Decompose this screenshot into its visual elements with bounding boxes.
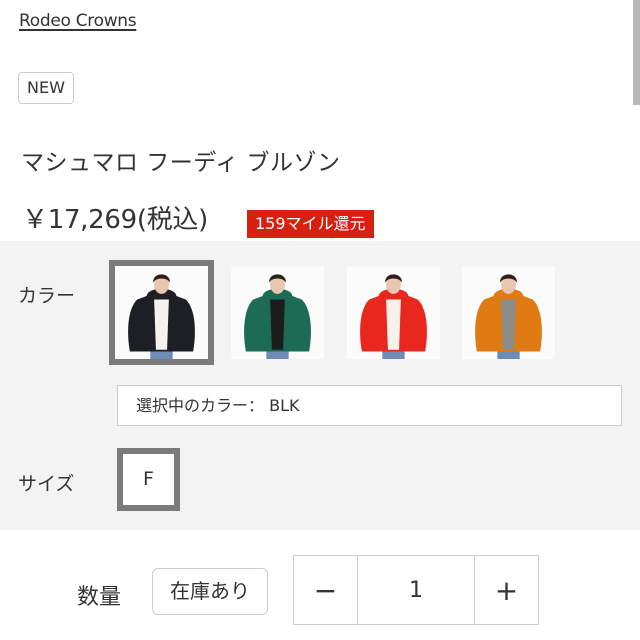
product-price: ￥17,269(税込)	[22, 205, 208, 235]
mile-reward-badge: 159マイル還元	[247, 210, 374, 238]
size-option-f[interactable]: F	[117, 448, 180, 511]
product-thumbnail-image	[462, 266, 555, 359]
color-swatch-org[interactable]	[462, 266, 555, 359]
product-thumbnail-image	[115, 266, 208, 359]
increment-button[interactable]: +	[475, 556, 538, 624]
new-badge: NEW	[18, 72, 74, 104]
color-swatch-red[interactable]	[347, 266, 440, 359]
color-swatch-grn[interactable]	[231, 266, 324, 359]
brand-link[interactable]: Rodeo Crowns	[19, 11, 137, 31]
color-label: カラー	[18, 285, 76, 307]
quantity-value[interactable]: 1	[357, 556, 475, 624]
decrement-button[interactable]: −	[294, 556, 357, 624]
product-title: マシュマロ フーディ ブルゾン	[21, 150, 341, 176]
quantity-label: 数量	[77, 585, 122, 610]
quantity-stepper[interactable]: − 1 +	[293, 555, 539, 625]
product-thumbnail-image	[231, 266, 324, 359]
size-label: サイズ	[18, 473, 75, 495]
selected-color-display: 選択中のカラー： BLK	[117, 385, 622, 426]
stock-status-badge: 在庫あり	[152, 568, 268, 615]
options-panel: カラー 選択中のカラー： BLK サイズ F	[0, 241, 640, 530]
scrollbar-thumb[interactable]	[633, 0, 640, 105]
color-swatch-blk[interactable]	[109, 260, 214, 365]
product-thumbnail-image	[347, 266, 440, 359]
